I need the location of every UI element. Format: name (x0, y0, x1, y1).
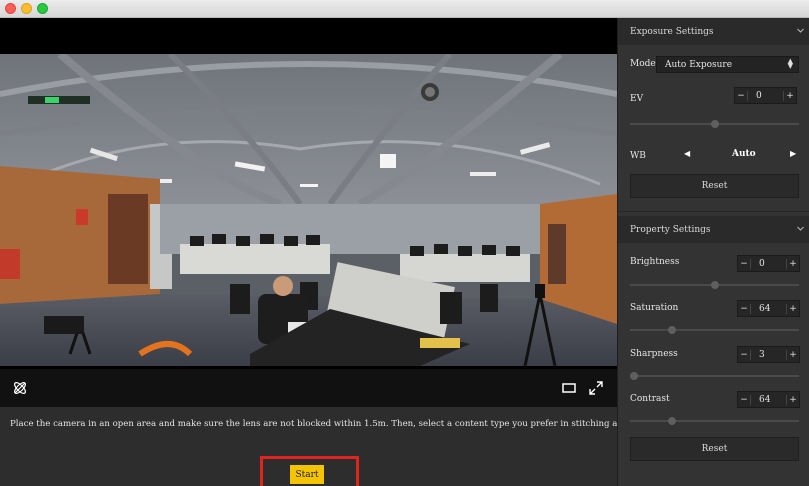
ev-decrement-button[interactable]: − (735, 90, 748, 101)
saturation-slider[interactable] (630, 326, 799, 334)
brightness-increment-button[interactable]: + (786, 258, 799, 269)
settings-panel: Exposure Settings Mode Auto Exposure ▲ ▼ … (617, 18, 809, 486)
exposure-reset-button[interactable]: Reset (630, 174, 799, 198)
mode-select-value: Auto Exposure (665, 59, 733, 70)
ev-stepper[interactable]: − 0 + (734, 87, 797, 104)
sharpness-label: Sharpness (630, 349, 678, 359)
brightness-slider-thumb[interactable] (710, 281, 719, 289)
ev-slider[interactable] (630, 120, 799, 128)
preview-pane: Place the camera in an open area and mak… (0, 18, 681, 486)
start-button[interactable]: Start (290, 465, 324, 484)
property-reset-button[interactable]: Reset (630, 437, 799, 461)
saturation-decrement-button[interactable]: − (738, 303, 751, 314)
maximize-window-button[interactable] (37, 3, 48, 14)
brightness-slider[interactable] (630, 281, 799, 289)
panorama-preview-image (0, 54, 617, 366)
brightness-stepper[interactable]: − 0 + (737, 255, 800, 272)
video-area (0, 18, 617, 369)
aspect-ratio-icon[interactable] (562, 382, 576, 394)
saturation-increment-button[interactable]: + (786, 303, 799, 314)
preview-toolbar (0, 369, 617, 407)
contrast-value: 64 (759, 394, 771, 405)
ev-increment-button[interactable]: + (783, 90, 796, 101)
ev-slider-thumb[interactable] (710, 120, 719, 128)
ev-value: 0 (756, 90, 762, 101)
mode-select[interactable]: Auto Exposure ▲ ▼ (656, 56, 799, 73)
sharpness-value: 3 (759, 349, 765, 360)
chevron-down-icon (797, 226, 804, 231)
app-window: Place the camera in an open area and mak… (0, 0, 809, 486)
contrast-stepper[interactable]: − 64 + (737, 391, 800, 408)
sharpness-stepper[interactable]: − 3 + (737, 346, 800, 363)
exposure-settings-header[interactable]: Exposure Settings (618, 18, 809, 45)
panorama-illustration (0, 54, 617, 366)
updown-arrows-icon: ▲ ▼ (787, 57, 793, 70)
sharpness-decrement-button[interactable]: − (738, 349, 751, 360)
contrast-label: Contrast (630, 394, 670, 404)
saturation-slider-thumb[interactable] (668, 326, 677, 334)
minimize-window-button[interactable] (21, 3, 32, 14)
wb-next-icon[interactable]: ▶ (790, 149, 796, 158)
saturation-value: 64 (759, 303, 771, 314)
chevron-down-icon (797, 28, 804, 33)
fullscreen-icon[interactable] (588, 380, 604, 396)
wb-selector: ◀ Auto ▶ (630, 148, 802, 162)
saturation-label: Saturation (630, 303, 679, 313)
close-window-button[interactable] (5, 3, 16, 14)
contrast-increment-button[interactable]: + (786, 394, 799, 405)
sharpness-increment-button[interactable]: + (786, 349, 799, 360)
contrast-slider-thumb[interactable] (668, 417, 677, 425)
wb-previous-icon[interactable]: ◀ (684, 149, 690, 158)
contrast-slider[interactable] (630, 417, 799, 425)
brightness-decrement-button[interactable]: − (738, 258, 751, 269)
sharpness-slider[interactable] (630, 372, 799, 380)
property-settings-header[interactable]: Property Settings (618, 216, 809, 243)
brightness-value: 0 (759, 258, 765, 269)
calibration-instruction: Place the camera in an open area and mak… (10, 419, 681, 429)
gyro-atom-icon[interactable] (11, 379, 29, 397)
brightness-label: Brightness (630, 257, 680, 267)
property-settings-title: Property Settings (630, 224, 711, 235)
instruction-area: Place the camera in an open area and mak… (0, 407, 681, 486)
saturation-stepper[interactable]: − 64 + (737, 300, 800, 317)
mode-label: Mode (630, 59, 656, 69)
exposure-settings-title: Exposure Settings (630, 26, 714, 37)
sharpness-slider-thumb[interactable] (630, 372, 638, 380)
contrast-decrement-button[interactable]: − (738, 394, 751, 405)
ev-label: EV (630, 94, 644, 104)
title-bar (0, 0, 809, 18)
wb-value: Auto (732, 149, 756, 159)
